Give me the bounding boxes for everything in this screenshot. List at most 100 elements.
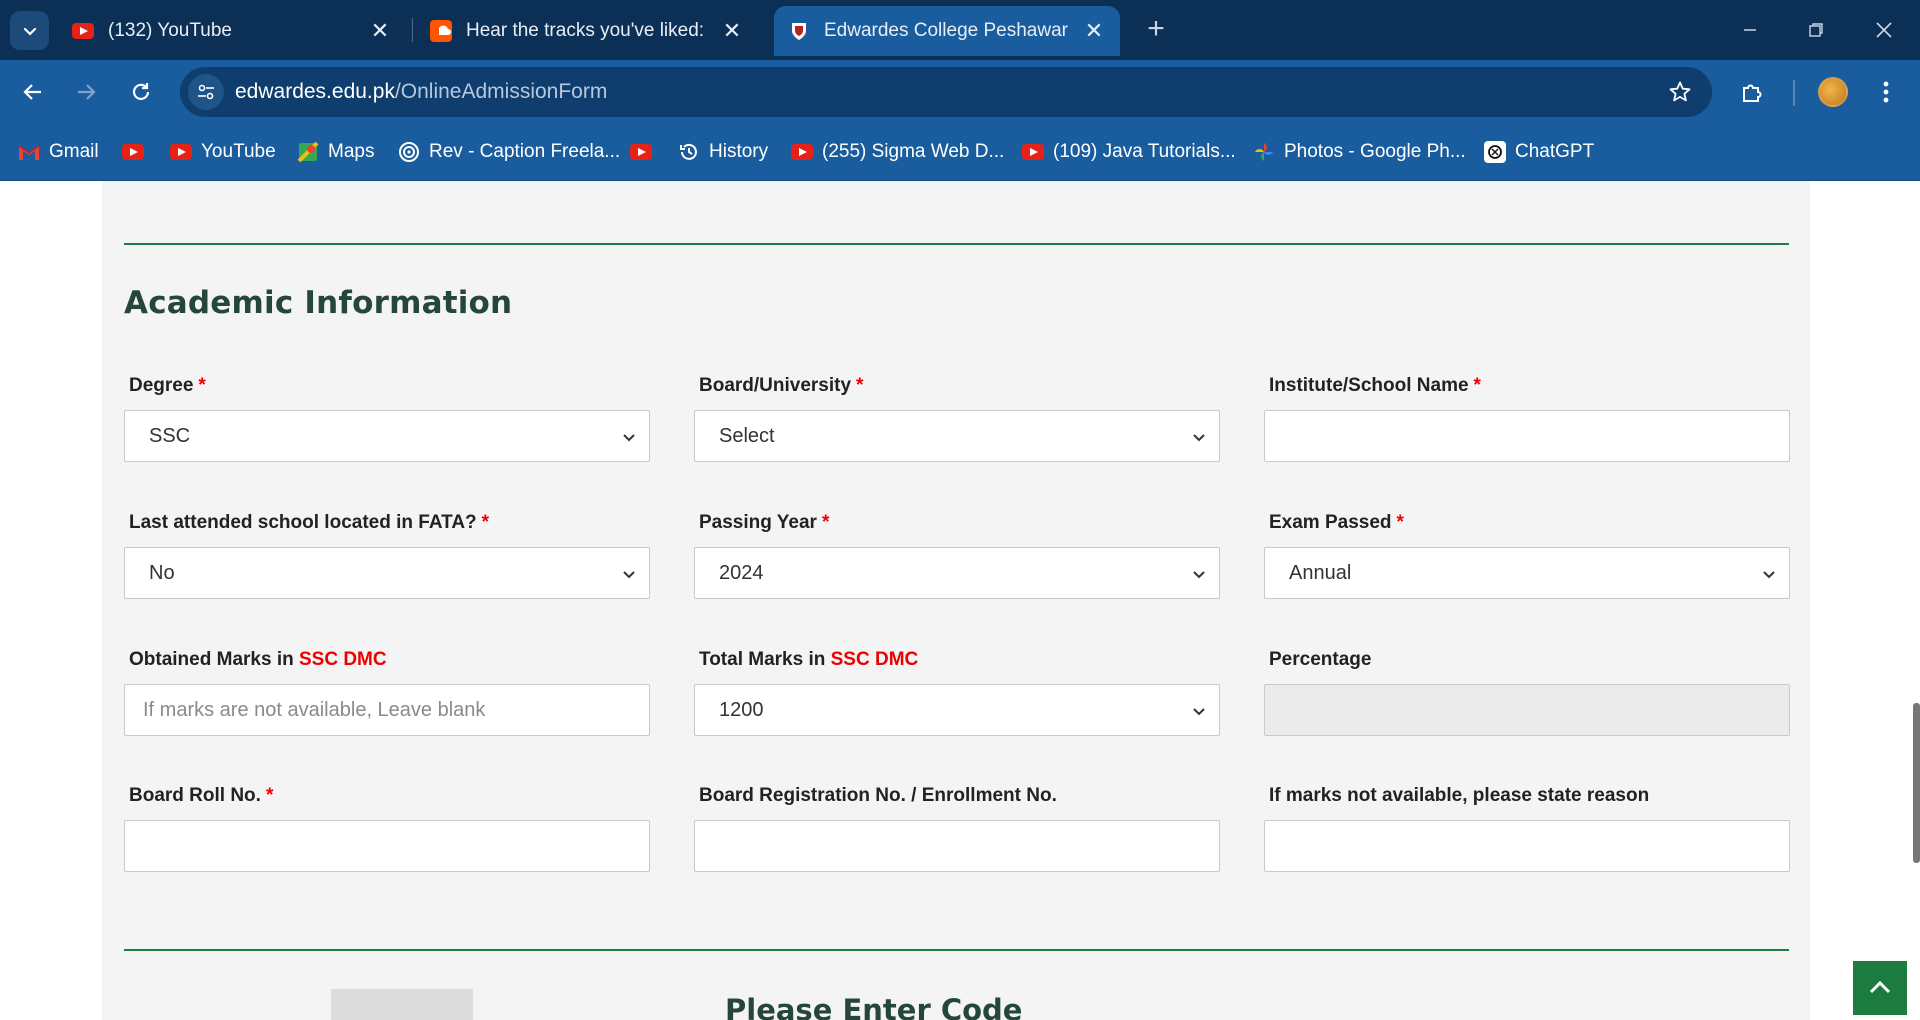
more-vertical-icon [1883, 81, 1889, 103]
new-tab-button[interactable]: + [1140, 14, 1172, 46]
scrollbar-thumb[interactable] [1913, 703, 1920, 863]
tab-title: (132) YouTube [108, 20, 232, 41]
bookmark-youtube-3[interactable] [630, 137, 661, 167]
puzzle-icon [1743, 84, 1762, 102]
browser-toolbar: edwardes.edu.pk/OnlineAdmissionForm [0, 60, 1920, 123]
board-value: Select [719, 424, 775, 447]
bookmark-label: Maps [328, 141, 375, 162]
back-button[interactable] [15, 74, 51, 110]
bookmark-gmail[interactable]: Gmail [18, 137, 99, 167]
registration-no-input[interactable] [694, 820, 1220, 872]
bookmark-star-button[interactable] [1666, 78, 1694, 106]
bookmark-google-photos[interactable]: Photos - Google Ph... [1253, 137, 1466, 167]
enter-code-title: Please Enter Code [725, 993, 1023, 1020]
required-marker: * [821, 512, 830, 533]
soundcloud-icon [430, 20, 452, 42]
close-icon[interactable]: ✕ [720, 18, 744, 43]
required-marker: * [198, 375, 206, 396]
total-marks-select[interactable]: 1200 [694, 684, 1220, 736]
required-marker: * [265, 785, 274, 806]
bookmark-java-tutorials[interactable]: (109) Java Tutorials... [1022, 137, 1236, 167]
bookmark-maps[interactable]: Maps [297, 137, 374, 167]
obtained-marks-label: Obtained Marks in SSC DMC [129, 649, 387, 670]
required-marker: * [1473, 375, 1481, 396]
toolbar-divider [1793, 80, 1795, 106]
menu-button[interactable] [1868, 74, 1904, 110]
bookmark-label: Photos - Google Ph... [1284, 141, 1466, 162]
site-info-button[interactable] [188, 74, 224, 110]
exam-passed-label: Exam Passed * [1269, 512, 1404, 533]
youtube-icon [791, 141, 813, 163]
reload-icon [132, 83, 150, 100]
degree-label: Degree * [129, 375, 206, 396]
passing-year-value: 2024 [719, 561, 764, 584]
chevron-down-icon [1193, 571, 1205, 579]
chevron-down-icon [623, 571, 635, 579]
bookmark-sigma-web[interactable]: (255) Sigma Web D... [791, 137, 1004, 167]
bookmark-chatgpt[interactable]: ChatGPT [1484, 137, 1594, 167]
arrow-right-icon [78, 84, 96, 100]
bookmark-history[interactable]: History [678, 137, 768, 167]
star-icon [1669, 81, 1691, 102]
minimize-button[interactable] [1724, 10, 1776, 50]
bookmark-youtube[interactable] [122, 137, 153, 167]
degree-select[interactable]: SSC [124, 410, 650, 462]
bookmark-rev[interactable]: Rev - Caption Freela... [398, 137, 620, 167]
chevron-down-icon [1763, 571, 1775, 579]
board-select[interactable]: Select [694, 410, 1220, 462]
profile-avatar[interactable] [1818, 77, 1848, 107]
tab-separator [412, 18, 413, 42]
url-path: /OnlineAdmissionForm [394, 80, 608, 103]
forward-button[interactable] [68, 74, 104, 110]
minimize-icon [1744, 29, 1756, 31]
exam-passed-select[interactable]: Annual [1264, 547, 1790, 599]
fata-select[interactable]: No [124, 547, 650, 599]
tab-edwardes[interactable]: Edwardes College Peshawar | EC ✕ [774, 6, 1120, 56]
fata-label: Last attended school located in FATA? * [129, 512, 490, 533]
obtained-marks-input[interactable]: If marks are not available, Leave blank [124, 684, 650, 736]
college-crest-icon [788, 20, 810, 42]
bookmark-label: Gmail [49, 141, 99, 162]
address-bar[interactable]: edwardes.edu.pk/OnlineAdmissionForm [180, 67, 1712, 117]
restore-button[interactable] [1790, 10, 1842, 50]
scroll-to-top-button[interactable] [1853, 961, 1907, 1015]
bookmark-label: History [709, 141, 769, 162]
bookmark-youtube-2[interactable]: YouTube [170, 137, 276, 167]
tune-icon [198, 84, 214, 100]
tab-soundcloud[interactable]: Hear the tracks you've liked: on ✕ [416, 6, 758, 56]
section-divider [124, 949, 1789, 951]
close-icon[interactable]: ✕ [368, 18, 392, 43]
youtube-icon [630, 141, 652, 163]
form-panel: Academic Information Degree * SSC Board/U… [102, 181, 1810, 1020]
board-label: Board/University * [699, 375, 864, 396]
extensions-button[interactable] [1734, 74, 1770, 110]
chevron-down-icon [623, 434, 635, 442]
chevron-down-icon [23, 27, 36, 36]
bookmark-label: Rev - Caption Freela... [429, 141, 621, 162]
url-text[interactable]: edwardes.edu.pk/OnlineAdmissionForm [235, 80, 607, 104]
total-marks-value: 1200 [719, 698, 764, 721]
close-window-button[interactable] [1858, 10, 1910, 50]
chevron-down-icon [1193, 708, 1205, 716]
url-domain: edwardes.edu.pk [235, 80, 395, 103]
close-icon[interactable]: ✕ [1082, 18, 1106, 43]
reload-button[interactable] [123, 74, 159, 110]
youtube-icon [170, 141, 192, 163]
section-divider [124, 243, 1789, 245]
tab-youtube[interactable]: (132) YouTube ✕ [58, 6, 406, 56]
institute-input[interactable] [1264, 410, 1790, 462]
reason-input[interactable] [1264, 820, 1790, 872]
degree-value: SSC [149, 424, 191, 447]
reason-label: If marks not available, please state rea… [1269, 785, 1650, 806]
tab-title: Edwardes College Peshawar | EC [824, 20, 1072, 41]
gmail-icon [18, 141, 40, 163]
close-icon [1876, 22, 1892, 38]
roll-no-input[interactable] [124, 820, 650, 872]
exam-passed-value: Annual [1289, 561, 1352, 584]
chevron-down-icon [1193, 434, 1205, 442]
fata-value: No [149, 561, 175, 584]
passing-year-select[interactable]: 2024 [694, 547, 1220, 599]
percentage-label: Percentage [1269, 649, 1372, 670]
restore-icon [1809, 23, 1823, 37]
tab-search-button[interactable] [10, 11, 49, 50]
